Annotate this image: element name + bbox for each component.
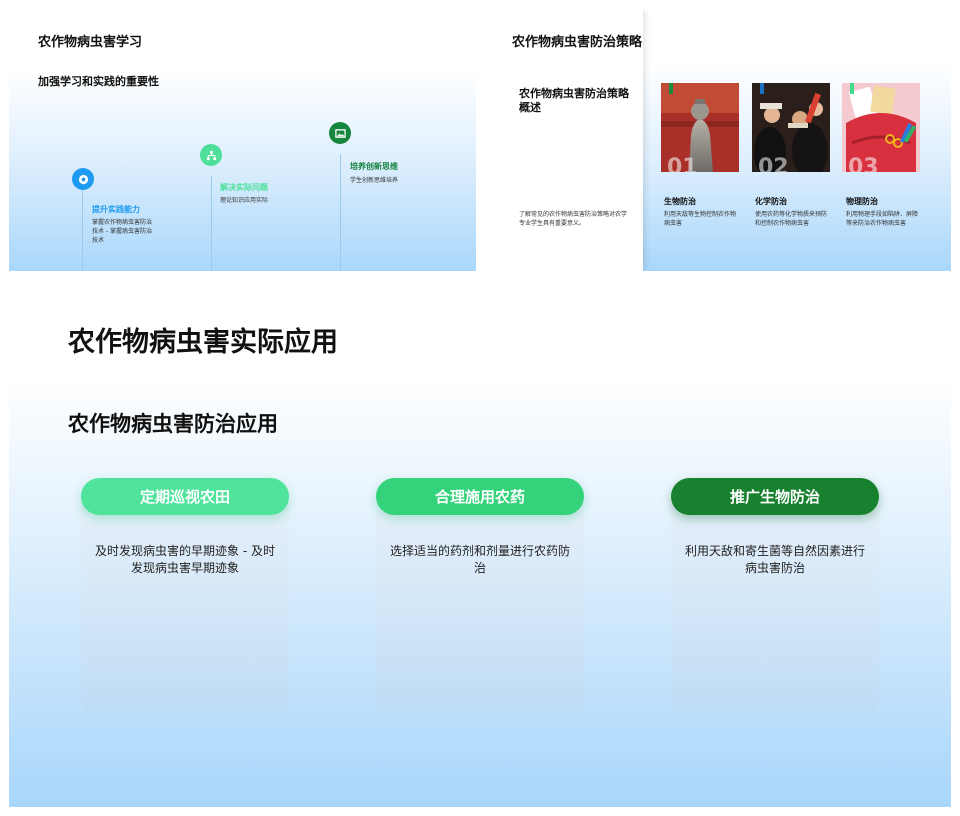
- card-heading: 化学防治: [755, 197, 787, 206]
- slide-strategy: 农作物病虫害防治策略 农作物病虫害防治策略概述 了解常见的农作物病虫害防治策略对…: [477, 10, 951, 271]
- timeline-line: [82, 190, 83, 271]
- card-number: 02: [758, 155, 789, 172]
- card-heading: 物理防治: [846, 197, 878, 206]
- slide-subtitle: 农作物病虫害防治应用: [68, 412, 278, 436]
- timeline-desc: 理论知识应用实际: [220, 197, 269, 204]
- column-text: 及时发现病虫害的早期迹象 - 及时发现病虫害早期迹象: [95, 544, 275, 575]
- column-card: [81, 496, 289, 711]
- slide-application: 农作物病虫害实际应用 农作物病虫害防治应用 定期巡视农田 及时发现病虫害的早期迹…: [9, 283, 951, 807]
- card-number: 01: [667, 155, 698, 172]
- card-desc: 使用农药等化学物质来预防和控制农作物病虫害: [755, 211, 828, 227]
- slide-subtitle: 加强学习和实践的重要性: [38, 75, 159, 88]
- column-label: 推广生物防治: [671, 478, 879, 515]
- slide-title: 农作物病虫害实际应用: [68, 327, 338, 358]
- column-card: [671, 496, 879, 711]
- column-label: 定期巡视农田: [81, 478, 289, 515]
- card-number: 03: [848, 155, 879, 172]
- card-tag: [669, 83, 673, 94]
- card-desc: 利用物理手段如陷阱、屏障等来防治农作物病虫害: [846, 211, 919, 227]
- sitemap-icon: [200, 144, 222, 166]
- timeline-line: [340, 154, 341, 271]
- column-text: 利用天敌和寄生菌等自然因素进行病虫害防治: [685, 544, 866, 575]
- timeline-line: [211, 176, 212, 271]
- column-card: [376, 496, 584, 711]
- overview-heading: 农作物病虫害防治策略概述: [519, 87, 629, 114]
- backpack-photo: 03: [842, 83, 920, 172]
- slide-title: 农作物病虫害学习: [38, 35, 143, 50]
- column-label: 合理施用农药: [376, 478, 584, 515]
- image-icon: [329, 122, 351, 144]
- card-tag: [760, 83, 764, 94]
- statue-photo: 01: [661, 83, 739, 172]
- slide-title: 农作物病虫害防治策略: [512, 35, 643, 50]
- slide-learning: 农作物病虫害学习 加强学习和实践的重要性 提升实践能力 掌握农作物病虫害防治技术…: [9, 10, 476, 271]
- timeline-desc: 掌握农作物病虫害防治技术 - 掌握病虫害防治技术: [92, 219, 153, 244]
- timeline-heading: 提升实践能力: [92, 205, 140, 214]
- timeline-heading: 解决实际问题: [220, 183, 268, 192]
- location-icon: [72, 168, 94, 190]
- graduates-photo: 02: [752, 83, 830, 172]
- card-heading: 生物防治: [664, 197, 696, 206]
- column-text: 选择适当的药剂和剂量进行农药防治: [390, 544, 571, 575]
- card-desc: 利用天敌等生物控制农作物病虫害: [664, 211, 737, 227]
- timeline-desc: 学生创新思维培养: [350, 177, 399, 184]
- intro-text: 了解常见的农作物病虫害防治策略对农学专业学生具有重要意义。: [519, 211, 628, 227]
- timeline-heading: 培养创新思维: [350, 162, 398, 171]
- card-tag: [850, 83, 854, 94]
